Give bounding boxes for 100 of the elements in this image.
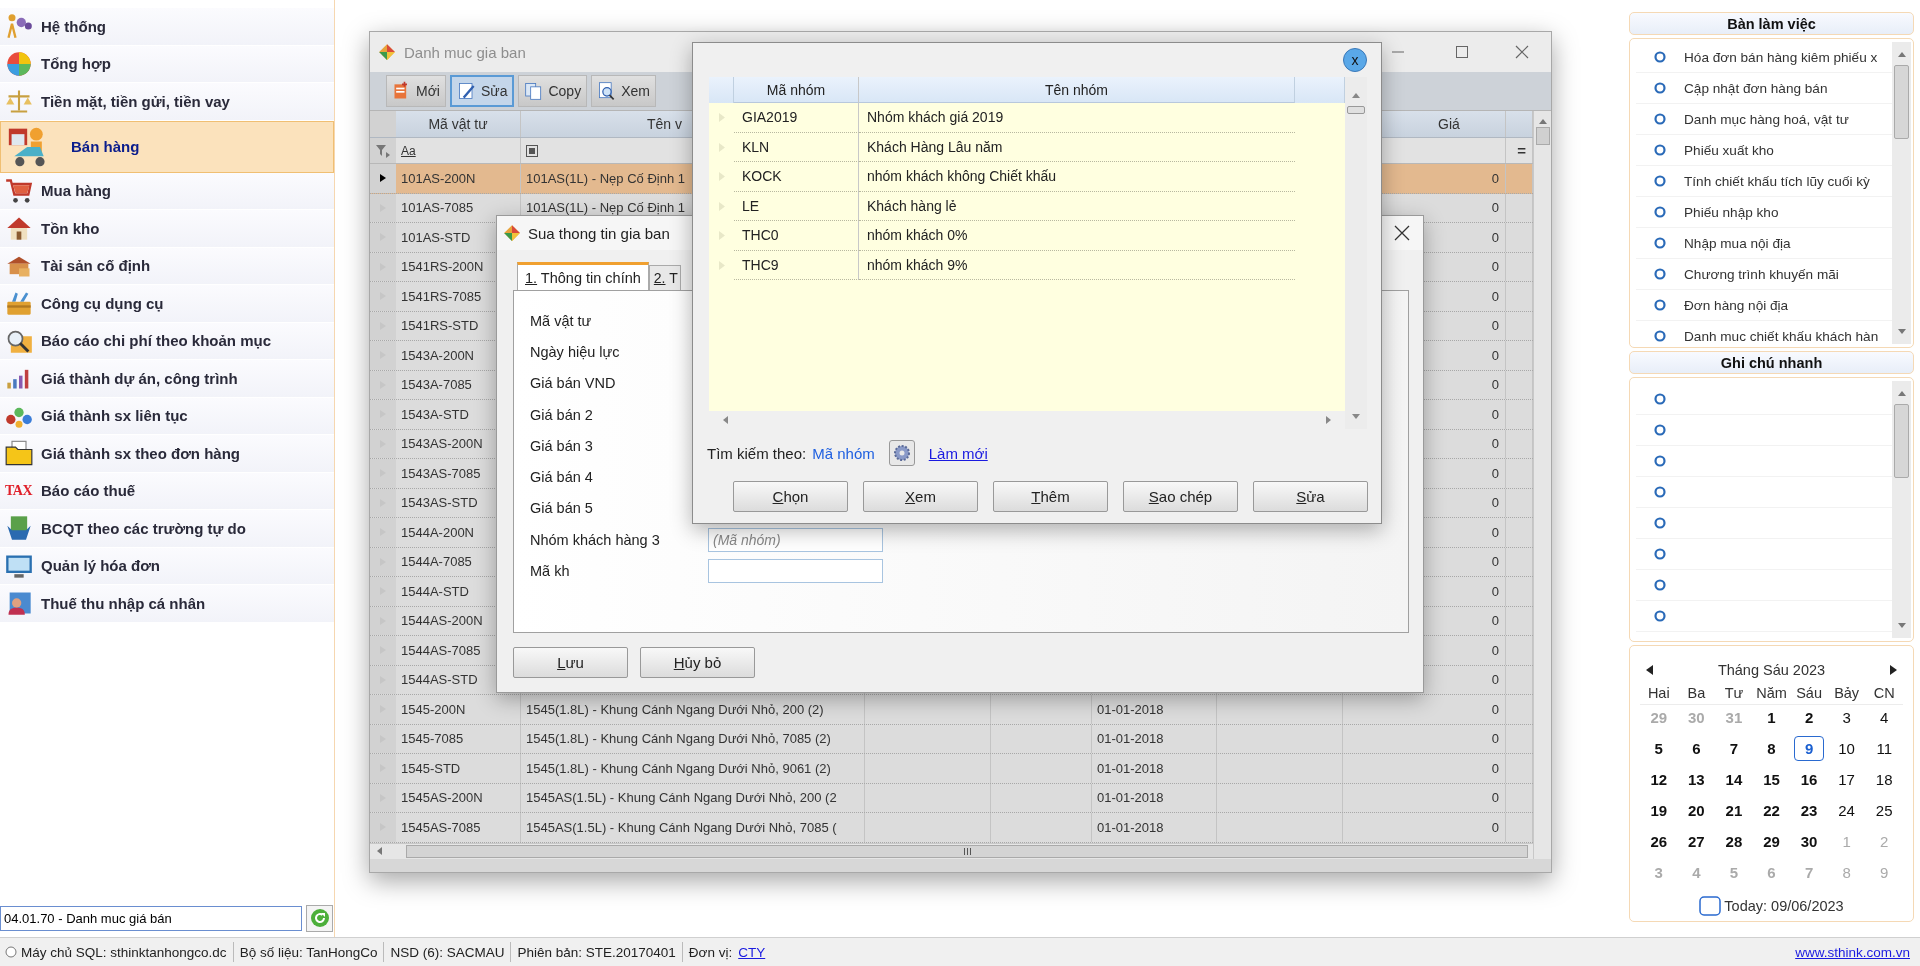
calendar-day[interactable]: 13 [1681, 767, 1712, 793]
filter-mode-icon[interactable] [526, 144, 538, 157]
tab[interactable]: 2. T [648, 265, 681, 290]
column-header[interactable]: Tên v [647, 116, 682, 132]
website-link[interactable]: www.sthink.com.vn [1795, 944, 1910, 960]
calendar-day[interactable]: 9 [1794, 736, 1825, 762]
workspace-item[interactable]: Đơn hàng nội địa [1636, 290, 1892, 321]
workspace-item[interactable]: Danh mục hàng hoá, vật tư [1636, 104, 1892, 135]
dialog-button[interactable]: Lưu [513, 647, 628, 678]
toolbar-button[interactable]: Sửa [449, 75, 515, 107]
next-month-icon[interactable] [1889, 665, 1897, 676]
calendar-day[interactable]: 16 [1794, 767, 1825, 793]
calendar-day[interactable]: 7 [1718, 736, 1749, 762]
close-icon[interactable] [1394, 225, 1410, 241]
sidebar-item[interactable]: TAX Báo cáo thuế [0, 472, 334, 510]
table-row[interactable]: 1545-STD 1545(1.8L) - Khung Cánh Ngang Dưới Nhỏ, 9061 (2) 01-01-2018 0 [370, 754, 1533, 784]
sidebar-item[interactable]: Báo cáo chi phí theo khoản mục [0, 322, 334, 360]
calendar-day[interactable]: 14 [1718, 767, 1749, 793]
today-label[interactable]: Today: 09/06/2023 [1724, 898, 1844, 915]
calendar-day[interactable]: 4 [1869, 705, 1900, 731]
scrollbar[interactable] [1533, 111, 1551, 859]
workspace-item[interactable]: Hóa đơn bán hàng kiêm phiếu x [1636, 42, 1892, 73]
calendar-day[interactable]: 6 [1681, 736, 1712, 762]
calendar-day[interactable]: 25 [1869, 798, 1900, 824]
sidebar-item[interactable]: Thuế thu nhập cá nhân [0, 585, 334, 623]
workspace-item[interactable]: Tính chiết khấu tích lũy cuối kỳ [1636, 166, 1892, 197]
sidebar-item[interactable]: Giá thành sx theo đơn hàng [0, 435, 334, 473]
calendar-day[interactable]: 20 [1681, 798, 1712, 824]
refresh-button[interactable] [306, 904, 333, 932]
calendar-day[interactable]: 27 [1681, 829, 1712, 855]
calendar-day[interactable]: 23 [1794, 798, 1825, 824]
maximize-icon[interactable] [1455, 45, 1469, 59]
sidebar-item[interactable]: Công cụ dụng cụ [0, 285, 334, 323]
toolbar-button[interactable]: Copy [518, 75, 588, 107]
dialog-button[interactable]: Chọn [733, 481, 848, 512]
workspace-item[interactable]: Chương trình khuyến mãi [1636, 259, 1892, 290]
calendar-day[interactable]: 28 [1718, 829, 1749, 855]
calendar-day[interactable]: 12 [1643, 767, 1674, 793]
tab[interactable]: 1. Thông tin chính [517, 262, 649, 290]
sidebar-item[interactable]: Bán hàng [0, 120, 334, 173]
sidebar-item[interactable]: Quản lý hóa đơn [0, 547, 334, 585]
sidebar-item[interactable]: Giá thành sx liên tục [0, 397, 334, 435]
search-field-value[interactable]: Mã nhóm [812, 444, 875, 462]
dialog-button[interactable]: Thêm [993, 481, 1108, 512]
filter-hint[interactable]: Aa [396, 138, 521, 163]
sidebar-item[interactable]: Hệ thống [0, 8, 334, 46]
calendar-day[interactable]: 24 [1831, 798, 1862, 824]
sidebar-item[interactable]: Tổng hợp [0, 45, 334, 83]
calendar-day[interactable]: 15 [1756, 767, 1787, 793]
sidebar-item[interactable]: Mua hàng [0, 172, 334, 210]
calendar-day[interactable]: 5 [1643, 736, 1674, 762]
column-header[interactable]: Tên nhóm [859, 77, 1295, 103]
close-button[interactable]: x [1343, 48, 1367, 72]
calendar-day[interactable]: 26 [1643, 829, 1674, 855]
calendar-day[interactable]: 2 [1794, 705, 1825, 731]
command-field[interactable]: 04.01.70 - Danh muc giá bán [0, 905, 302, 931]
toolbar-button[interactable]: Xem [591, 75, 656, 107]
calendar-day[interactable]: 1 [1756, 705, 1787, 731]
calendar-day[interactable]: 8 [1756, 736, 1787, 762]
calendar-day[interactable]: 30 [1794, 829, 1825, 855]
unit-link[interactable]: CTY [738, 944, 766, 960]
table-row[interactable]: 1545-200N 1545(1.8L) - Khung Cánh Ngang Dưới Nhỏ, 200 (2) 01-01-2018 0 [370, 695, 1533, 725]
toolbar-button[interactable]: Mới [386, 75, 446, 107]
calendar-day[interactable]: 18 [1869, 767, 1900, 793]
input-field[interactable] [708, 559, 883, 583]
sidebar-item[interactable]: Tài sản cố định [0, 247, 334, 285]
table-row[interactable]: KLN Khách Hàng Lâu năm [709, 132, 1345, 162]
sidebar-item[interactable]: BCQT theo các trường tự do [0, 510, 334, 548]
calendar-day[interactable]: 11 [1869, 736, 1900, 762]
scrollbar[interactable] [1892, 42, 1911, 344]
settings-button[interactable] [888, 440, 915, 466]
workspace-item[interactable]: Nhập mua nội địa [1636, 228, 1892, 259]
calendar-day[interactable]: 17 [1831, 767, 1862, 793]
table-row[interactable]: 1545-7085 1545(1.8L) - Khung Cánh Ngang Dưới Nhỏ, 7085 (2) 01-01-2018 0 [370, 724, 1533, 754]
scrollbar[interactable] [1892, 381, 1911, 638]
workspace-item[interactable]: Phiếu nhập kho [1636, 197, 1892, 228]
sidebar-item[interactable]: Tiền mặt, tiền gửi, tiền vay [0, 83, 334, 121]
column-header[interactable]: Giá [1438, 116, 1460, 132]
table-row[interactable]: THC0 nhóm khách 0% [709, 221, 1345, 251]
calendar-day[interactable]: 21 [1718, 798, 1749, 824]
dialog-button[interactable]: Sửa [1253, 481, 1368, 512]
sidebar-item[interactable]: Tồn kho [0, 210, 334, 248]
dialog-button[interactable]: Xem [863, 481, 978, 512]
column-header[interactable]: Mã nhóm [734, 77, 859, 103]
sidebar-item[interactable]: Giá thành dự án, công trình [0, 360, 334, 398]
calendar-day[interactable]: 3 [1831, 705, 1862, 731]
table-row[interactable]: GIA2019 Nhóm khách giá 2019 [709, 103, 1345, 133]
calendar-day[interactable]: 22 [1756, 798, 1787, 824]
table-row[interactable]: THC9 nhóm khách 9% [709, 250, 1345, 280]
workspace-item[interactable]: Cập nhật đơn hàng bán [1636, 73, 1892, 104]
scrollbar[interactable] [1345, 77, 1367, 429]
input-field[interactable]: (Mã nhóm) [708, 527, 883, 552]
column-header[interactable]: Mã vật tư [396, 111, 521, 137]
calendar-day[interactable]: 29 [1756, 829, 1787, 855]
dialog-button[interactable]: Hủy bỏ [640, 647, 755, 678]
workspace-item[interactable]: Phiếu xuất kho [1636, 135, 1892, 166]
previous-month-icon[interactable] [1646, 665, 1654, 676]
calendar-day[interactable]: 10 [1831, 736, 1862, 762]
dialog-button[interactable]: Sao chép [1123, 481, 1238, 512]
refresh-link[interactable]: Làm mới [928, 444, 988, 462]
